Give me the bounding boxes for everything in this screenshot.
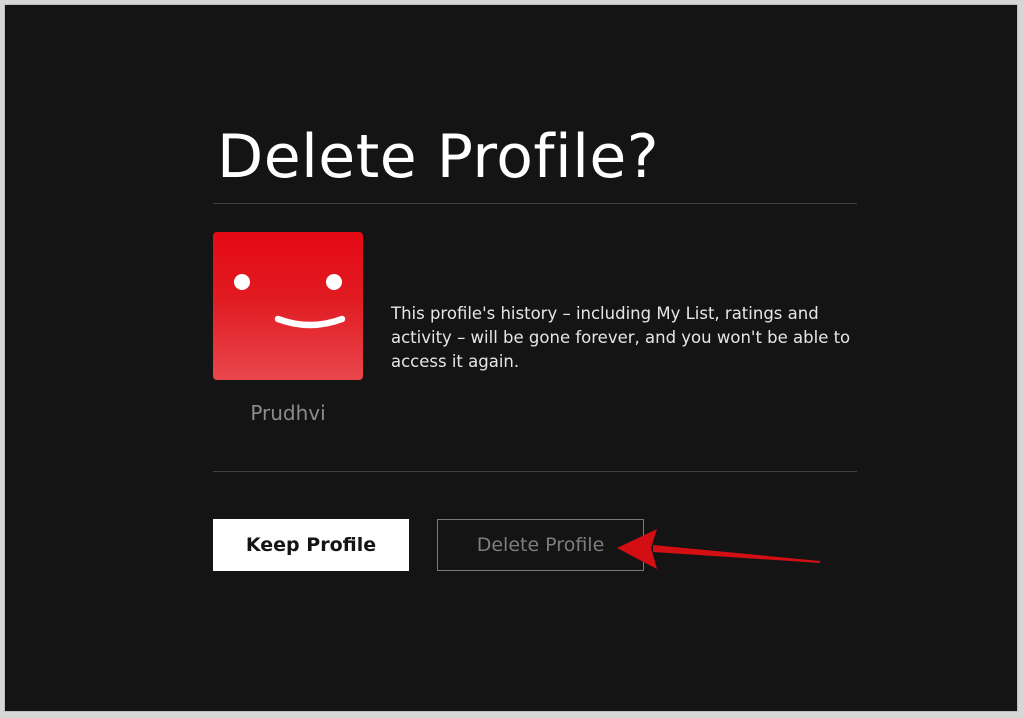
keep-profile-button[interactable]: Keep Profile <box>213 519 409 571</box>
top-divider <box>213 203 857 204</box>
profile-name: Prudhvi <box>250 401 326 425</box>
bottom-divider <box>213 471 857 472</box>
page-title: Delete Profile? <box>217 122 660 192</box>
screenshot-frame: Delete Profile? Prudhvi This profile's h… <box>5 5 1017 711</box>
delete-warning-message: This profile's history – including My Li… <box>391 304 851 371</box>
red-arrow-icon <box>617 529 820 569</box>
delete-profile-button[interactable]: Delete Profile <box>437 519 644 571</box>
smiley-face-icon <box>234 274 346 329</box>
profile-avatar <box>213 232 363 380</box>
